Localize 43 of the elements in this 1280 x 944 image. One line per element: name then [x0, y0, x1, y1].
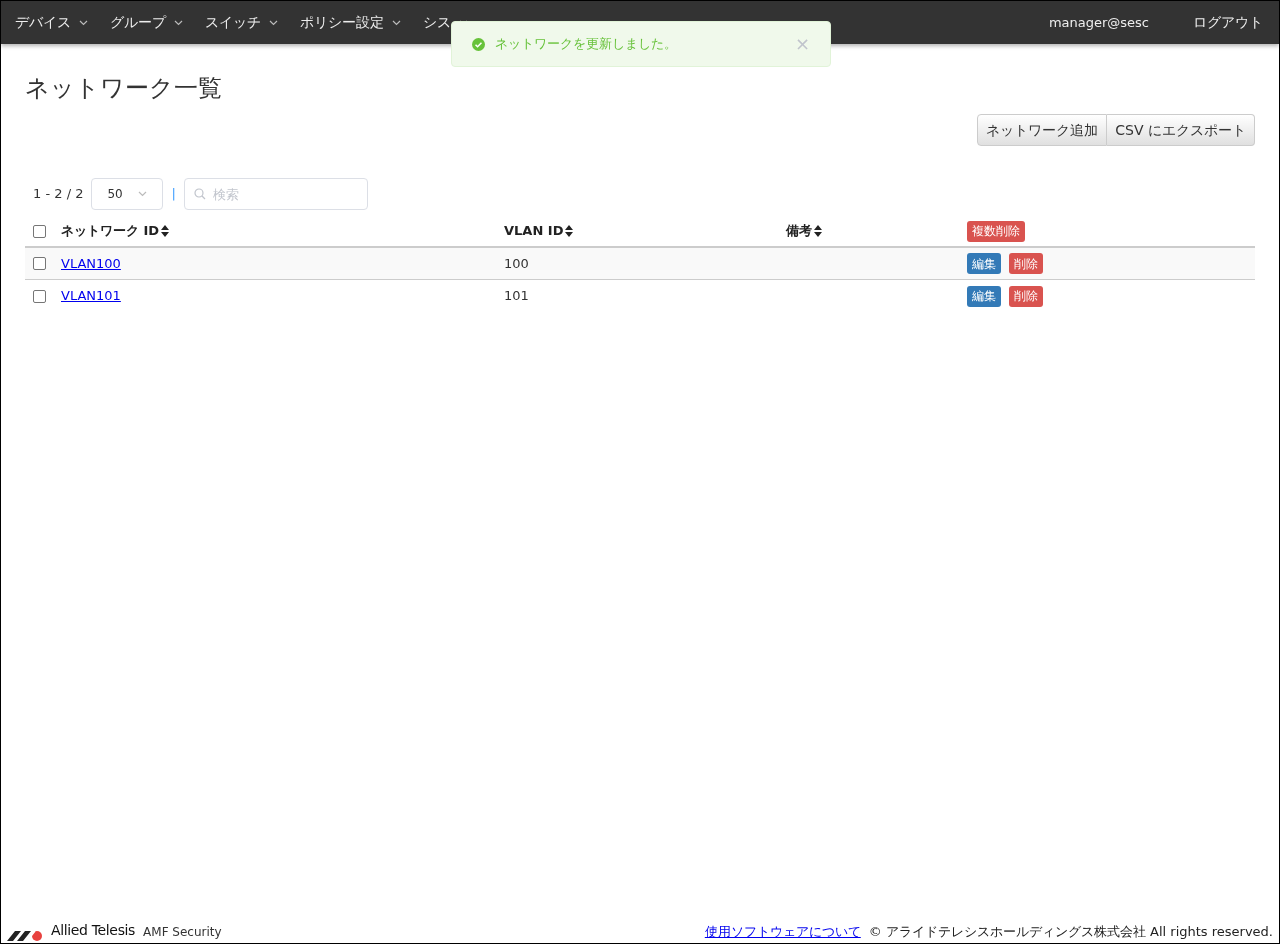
- nav-menu[interactable]: デバイス: [15, 12, 88, 33]
- edit-button[interactable]: 編集: [967, 285, 1001, 307]
- edit-button[interactable]: 編集: [967, 253, 1001, 274]
- column-header[interactable]: ネットワーク ID: [61, 221, 160, 241]
- search-icon: [193, 188, 206, 200]
- chevron-down-icon: [79, 19, 88, 26]
- checkbox[interactable]: [33, 289, 46, 303]
- chevron-down-icon: [392, 19, 401, 26]
- sort-icon: [814, 225, 822, 237]
- copyright-text: © アライドテレシスホールディングス株式会社 All rights reserved.: [868, 922, 1273, 941]
- chevron-down-icon: [269, 19, 278, 26]
- nav-menu[interactable]: ポリシー設定: [300, 12, 401, 33]
- toast-message: ネットワークを更新しました。: [495, 35, 677, 54]
- page-title: ネットワーク一覧: [25, 73, 223, 104]
- separator: |: [171, 185, 176, 204]
- network-link[interactable]: VLAN101: [61, 288, 121, 304]
- toolbar-button[interactable]: ネットワーク追加: [977, 114, 1108, 146]
- logout-link[interactable]: ログアウト: [1193, 12, 1263, 33]
- toolbar-button[interactable]: CSV にエクスポート: [1107, 114, 1255, 146]
- user-name: manager@sesc: [1048, 13, 1149, 32]
- table-cell: 101: [504, 288, 529, 304]
- success-icon: [472, 37, 485, 51]
- sort-icon: [161, 225, 170, 237]
- bulk-delete-button[interactable]: 複数削除: [967, 220, 1025, 242]
- search-field[interactable]: 検索: [183, 178, 368, 210]
- chevron-down-icon: [138, 191, 148, 197]
- network-link[interactable]: VLAN100: [61, 255, 121, 271]
- sort-icon: [565, 225, 574, 237]
- checkbox[interactable]: [33, 224, 46, 238]
- page-size-select[interactable]: 50: [91, 178, 164, 210]
- column-header[interactable]: 備考: [786, 221, 812, 241]
- table-cell: 100: [504, 255, 529, 271]
- record-count: 1 - 2 / 2: [33, 185, 84, 204]
- software-link[interactable]: 使用ソフトウェアについて: [704, 921, 861, 941]
- delete-button[interactable]: 削除: [1009, 253, 1043, 274]
- delete-button[interactable]: 削除: [1009, 285, 1043, 307]
- checkbox[interactable]: [33, 257, 46, 270]
- column-header[interactable]: VLAN ID: [504, 221, 564, 241]
- product-name: AMF Security: [143, 924, 222, 941]
- brand-name: Allied Telesis: [51, 921, 136, 940]
- chevron-down-icon: [174, 19, 183, 26]
- nav-menu[interactable]: グループ: [110, 12, 183, 33]
- nav-menu[interactable]: スイッチ: [205, 12, 278, 33]
